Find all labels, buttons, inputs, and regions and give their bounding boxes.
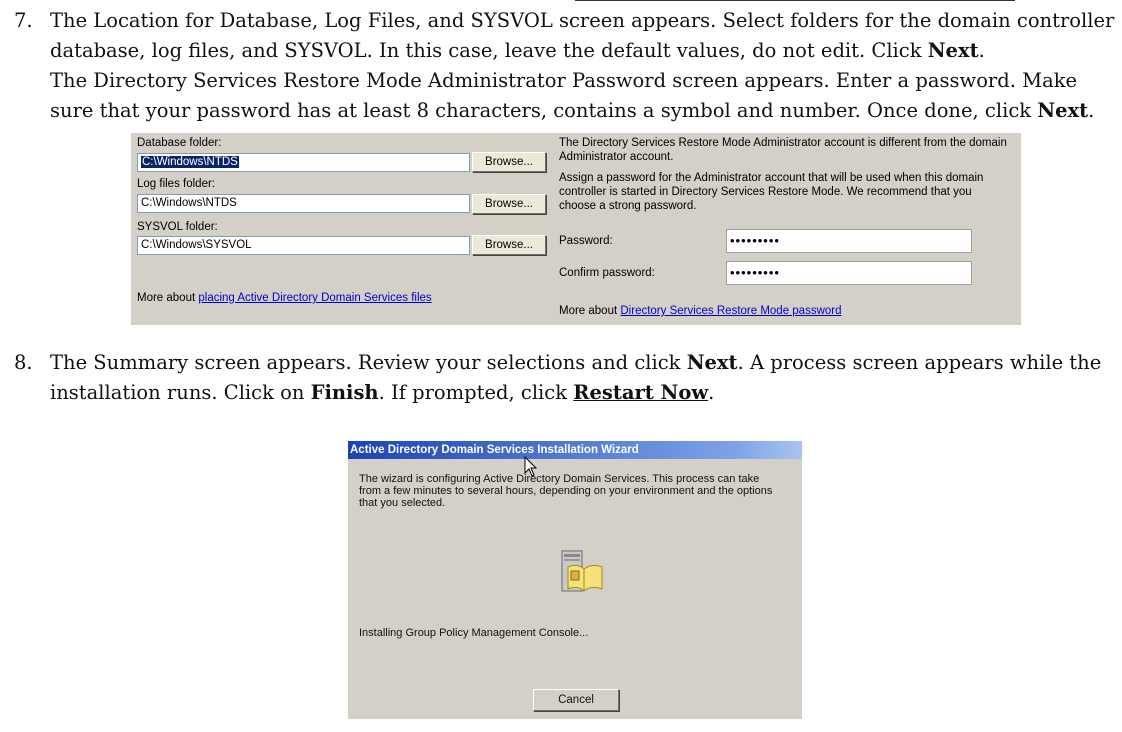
step-8: 8. The Summary screen appears. Review yo… <box>14 348 1109 408</box>
log-folder-input[interactable]: C:\Windows\NTDS <box>137 194 470 213</box>
step-8-line-2: installation runs. Click on Finish. If p… <box>50 378 1109 408</box>
more-about-files: More about placing Active Directory Doma… <box>137 292 432 304</box>
text: The Summary screen appears. Review your … <box>50 351 687 374</box>
bold-finish: Finish <box>310 381 379 404</box>
database-folder-value: C:\Windows\NTDS <box>141 156 239 168</box>
sysvol-folder-input[interactable]: C:\Windows\SYSVOL <box>137 236 470 255</box>
database-folder-input[interactable]: C:\Windows\NTDS <box>137 153 470 172</box>
info-line-1: The Directory Services Restore Mode Admi… <box>559 137 1007 149</box>
confirm-password-label: Confirm password: <box>559 267 655 279</box>
step-7-line-1: The Location for Database, Log Files, an… <box>50 9 1115 32</box>
installation-wizard: Active Directory Domain Services Install… <box>348 441 802 719</box>
log-folder-label: Log files folder: <box>137 178 215 190</box>
text: installation runs. Click on <box>50 381 311 404</box>
text: . A process screen appears while the <box>737 351 1102 374</box>
confirm-password-input[interactable]: ••••••••• <box>726 261 972 285</box>
bold-next: Next <box>1037 99 1089 122</box>
wizard-desc-line-3: that you selected. <box>359 497 446 509</box>
text: . <box>1088 99 1095 122</box>
database-folder-label: Database folder: <box>137 137 222 149</box>
text: . <box>978 39 985 62</box>
info-line-2: Administrator account. <box>559 151 674 163</box>
text: sure that your password has at least 8 c… <box>50 99 1038 122</box>
bold-next: Next <box>927 39 979 62</box>
password-screen: The Directory Services Restore Mode Admi… <box>553 133 1021 325</box>
bold-restart-now: Restart Now <box>573 381 709 404</box>
info-line-5: choose a strong password. <box>559 200 697 212</box>
text: . <box>708 381 715 404</box>
wizard-title-bar: Active Directory Domain Services Install… <box>348 441 802 459</box>
step-number: 8. <box>14 351 33 374</box>
text: More about <box>137 292 199 304</box>
step-7: 7. The Location for Database, Log Files,… <box>14 6 1115 126</box>
wizard-status: Installing Group Policy Management Conso… <box>359 627 589 639</box>
wizard-description: The wizard is configuring Active Directo… <box>359 473 772 509</box>
step-7-line-2: database, log files, and SYSVOL. In this… <box>50 36 1109 66</box>
location-screen: Database folder: C:\Windows\NTDS Browse.… <box>131 133 553 325</box>
mouse-cursor-icon <box>524 456 538 477</box>
step-7-line-4: sure that your password has at least 8 c… <box>50 96 1109 126</box>
info-line-4: controller is started in Directory Servi… <box>559 186 972 198</box>
bold-next: Next <box>686 351 738 374</box>
wizard-desc-line-2: from a few minutes to several hours, dep… <box>359 485 773 497</box>
restore-mode-password-link[interactable]: Directory Services Restore Mode password <box>620 305 841 317</box>
log-browse-button[interactable]: Browse... <box>472 194 546 214</box>
page-top-rule <box>575 0 1015 1</box>
cancel-button[interactable]: Cancel <box>533 689 619 711</box>
placing-files-link[interactable]: placing Active Directory Domain Services… <box>198 292 431 304</box>
sysvol-folder-label: SYSVOL folder: <box>137 221 218 233</box>
info-line-3: Assign a password for the Administrator … <box>559 172 984 184</box>
database-browse-button[interactable]: Browse... <box>472 152 546 172</box>
wizard-desc-line-1: The wizard is configuring Active Directo… <box>359 473 760 485</box>
step-number: 7. <box>14 9 33 32</box>
password-input[interactable]: ••••••••• <box>726 229 972 253</box>
more-about-password: More about Directory Services Restore Mo… <box>559 305 842 317</box>
server-book-icon <box>561 550 603 592</box>
sysvol-browse-button[interactable]: Browse... <box>472 235 546 255</box>
text: database, log files, and SYSVOL. In this… <box>50 39 928 62</box>
step-7-line-3: The Directory Services Restore Mode Admi… <box>50 69 1078 92</box>
password-label: Password: <box>559 235 613 247</box>
text: . If prompted, click <box>378 381 574 404</box>
step-8-line-1: The Summary screen appears. Review your … <box>50 348 1109 378</box>
text: More about <box>559 305 621 317</box>
